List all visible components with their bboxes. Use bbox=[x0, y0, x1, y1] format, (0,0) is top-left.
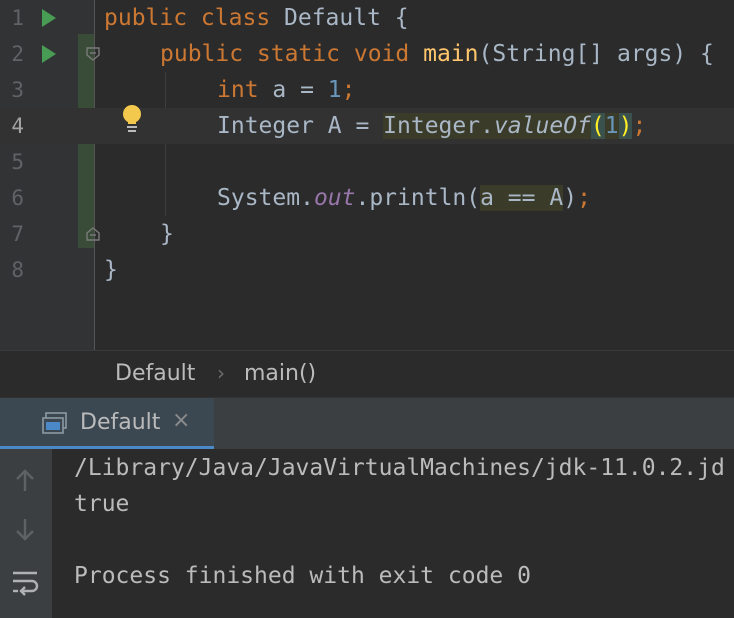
paren-token: ) bbox=[563, 185, 578, 211]
fold-icon[interactable] bbox=[86, 47, 100, 61]
keyword-token: int bbox=[217, 77, 273, 103]
line-number: 4 bbox=[11, 114, 24, 138]
number-token: 1 bbox=[604, 113, 619, 139]
run-console[interactable]: /Library/Java/JavaVirtualMachines/jdk-11… bbox=[0, 449, 734, 618]
code-text[interactable]: public class Default { bbox=[104, 0, 409, 36]
line-number: 2 bbox=[11, 42, 24, 66]
paren-token: ( bbox=[590, 113, 605, 139]
intention-bulb-icon[interactable] bbox=[120, 104, 144, 134]
line-number: 3 bbox=[11, 78, 24, 102]
code-text[interactable]: System.out.println(a == A); bbox=[217, 180, 591, 216]
variable-token: a = bbox=[272, 77, 328, 103]
code-text[interactable]: Integer A = Integer.valueOf(1); bbox=[217, 108, 646, 144]
tab-label: Default bbox=[80, 410, 161, 435]
highlighted-expression[interactable]: a == A bbox=[480, 185, 564, 211]
line-number: 5 bbox=[11, 150, 24, 174]
number-token: 1 bbox=[327, 77, 342, 103]
code-line-7[interactable]: 7 } bbox=[0, 216, 734, 252]
code-text[interactable]: int a = 1; bbox=[217, 72, 356, 108]
line-number: 6 bbox=[11, 186, 24, 210]
breadcrumb: Default › main() bbox=[0, 350, 734, 398]
field-token: out bbox=[313, 185, 356, 211]
line-number: 7 bbox=[11, 222, 24, 246]
code-text[interactable]: } bbox=[104, 252, 118, 288]
class-name-token: Default { bbox=[284, 5, 409, 31]
code-line-5[interactable]: 5 bbox=[0, 144, 734, 180]
arrow-down-icon[interactable] bbox=[10, 515, 40, 545]
line-number: 1 bbox=[11, 6, 24, 30]
breadcrumb-method[interactable]: main() bbox=[244, 361, 316, 386]
params-token: (String[] args) { bbox=[478, 41, 714, 67]
console-output-line: true bbox=[74, 491, 130, 517]
tab-default[interactable]: Default × bbox=[0, 398, 214, 450]
breadcrumb-separator: › bbox=[217, 361, 225, 385]
code-editor[interactable]: 1 public class Default { 2 public static… bbox=[0, 0, 734, 350]
run-gutter-icon[interactable] bbox=[42, 9, 56, 27]
highlighted-expression[interactable]: Integer.valueOf(1) bbox=[383, 113, 633, 139]
code-line-1[interactable]: 1 public class Default { bbox=[0, 0, 734, 36]
arrow-up-icon[interactable] bbox=[10, 465, 40, 495]
console-output-line: /Library/Java/JavaVirtualMachines/jdk-11… bbox=[74, 455, 725, 481]
method-call-token: .println( bbox=[355, 185, 481, 211]
code-line-8[interactable]: 8 } bbox=[0, 252, 734, 288]
code-line-3[interactable]: 3 int a = 1; bbox=[0, 72, 734, 108]
keyword-token: public static void bbox=[160, 41, 424, 67]
code-line-4[interactable]: 4 Integer A = Integer.valueOf(1); bbox=[0, 108, 734, 144]
method-name-token: main bbox=[423, 41, 479, 67]
code-text[interactable]: public static void main(String[] args) { bbox=[160, 36, 714, 72]
console-output-line: Process finished with exit code 0 bbox=[74, 563, 531, 589]
paren-token: ) bbox=[618, 113, 633, 139]
code-line-2[interactable]: 2 public static void main(String[] args)… bbox=[0, 36, 734, 72]
variable-token: Integer A = bbox=[217, 113, 384, 139]
close-icon[interactable]: × bbox=[172, 408, 190, 433]
class-token: Integer. bbox=[383, 113, 494, 139]
semicolon-token: ; bbox=[341, 77, 356, 103]
run-gutter-icon[interactable] bbox=[42, 45, 56, 63]
semicolon-token: ; bbox=[632, 113, 647, 139]
breadcrumb-class[interactable]: Default bbox=[115, 361, 195, 386]
console-toolbar bbox=[0, 449, 52, 618]
class-token: System. bbox=[217, 185, 314, 211]
semicolon-token: ; bbox=[577, 185, 591, 211]
fold-icon[interactable] bbox=[86, 227, 100, 241]
code-line-6[interactable]: 6 System.out.println(a == A); bbox=[0, 180, 734, 216]
method-call-token: valueOf bbox=[493, 113, 591, 139]
code-text[interactable]: } bbox=[160, 216, 174, 252]
keyword-token: public class bbox=[104, 5, 285, 31]
line-number: 8 bbox=[11, 258, 24, 282]
console-icon bbox=[42, 412, 67, 434]
soft-wrap-icon[interactable] bbox=[10, 567, 40, 597]
run-tab-bar: Default × bbox=[0, 397, 734, 450]
